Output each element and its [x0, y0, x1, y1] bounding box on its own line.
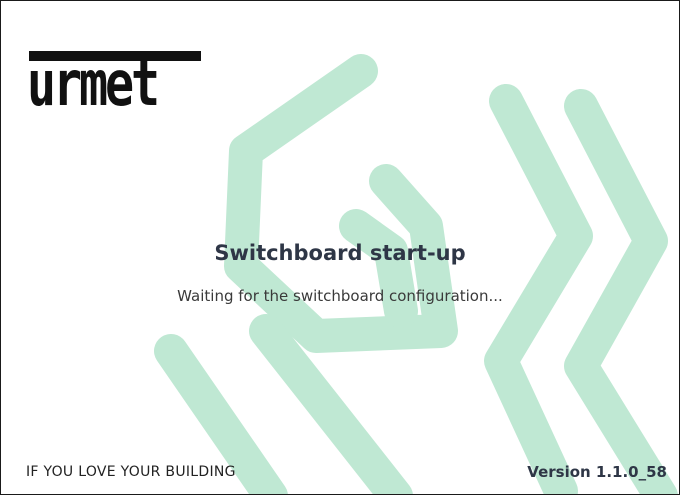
version-label: Version 1.1.0_58 [527, 463, 667, 481]
tagline: IF YOU LOVE YOUR BUILDING [26, 464, 236, 480]
logo-text: urmet [27, 47, 160, 120]
bg-shape-arc [249, 314, 413, 494]
splash-window: urmet Switchboard start-up Waiting for t… [0, 0, 680, 495]
splash-title: Switchboard start-up [214, 241, 466, 265]
urmet-logo: urmet [27, 19, 201, 120]
status-message: Waiting for the switchboard configuratio… [177, 287, 503, 305]
